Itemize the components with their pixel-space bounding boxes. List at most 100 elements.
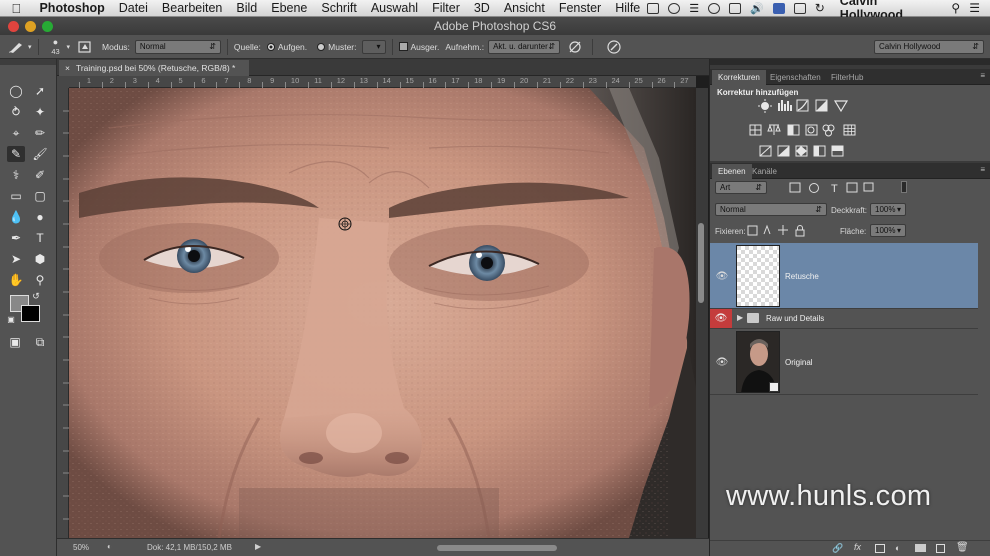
quick-selection-tool-icon[interactable]: ✦ (31, 104, 49, 120)
status-menu-arrow-icon[interactable]: ▶ (255, 542, 261, 551)
status-info-icon[interactable]: ◐ (107, 542, 112, 551)
new-group-icon[interactable] (915, 544, 926, 552)
tray-sync-icon[interactable] (668, 2, 681, 14)
eraser-tool-icon[interactable]: ▭ (7, 188, 25, 204)
group-expand-arrow-icon[interactable]: ▶ (737, 313, 743, 322)
tray-display-icon[interactable] (647, 2, 660, 14)
source-pattern-option[interactable]: Muster: (317, 42, 357, 52)
blur-tool-icon[interactable]: 💧 (7, 209, 25, 225)
vertical-scroll-thumb[interactable] (698, 223, 704, 303)
document-tab-close-icon[interactable]: × (65, 63, 70, 73)
clock-icon[interactable] (708, 2, 721, 14)
volume-icon[interactable]: 🔊 (750, 2, 764, 15)
vertical-ruler[interactable] (57, 88, 69, 538)
source-sampled-option[interactable]: Aufgen. (266, 42, 307, 52)
lasso-tool-icon[interactable]: ⥁ (7, 104, 25, 120)
airplay-icon[interactable] (729, 2, 742, 14)
layer-row-original[interactable]: 👁 Original (710, 329, 978, 395)
aligned-option[interactable]: Ausger. (398, 41, 439, 52)
workspace-select[interactable]: Calvin Hollywood ⇵ (874, 39, 984, 54)
adjustments-panel-menu-icon[interactable]: ≡ (980, 71, 985, 80)
pattern-picker[interactable]: ▾ (361, 39, 386, 54)
zoom-tool-icon[interactable]: ⚲ (31, 272, 49, 288)
eyedropper-tool-icon[interactable]: ✏ (31, 125, 49, 141)
add-mask-icon[interactable] (875, 544, 885, 553)
menu-hilfe[interactable]: Hilfe (608, 1, 647, 15)
background-color-swatch[interactable] (21, 305, 40, 322)
sample-select[interactable]: Akt. u. darunter ⇵ (488, 39, 561, 54)
menu-datei[interactable]: Datei (112, 1, 155, 15)
menu-filter[interactable]: Filter (425, 1, 467, 15)
tool-preset-chevron-icon[interactable]: ▾ (28, 43, 32, 51)
filter-toggle-switch[interactable] (901, 181, 907, 193)
document-tab[interactable]: × Training.psd bei 50% (Retusche, RGB/8)… (59, 60, 249, 76)
layer-visibility-eye-icon[interactable]: 👁 (714, 355, 730, 369)
tab-filterhub[interactable]: FilterHub (825, 70, 869, 85)
source-sampled-radio[interactable] (266, 42, 275, 51)
hand-tool-icon[interactable]: ✋ (7, 272, 25, 288)
menu-bearbeiten[interactable]: Bearbeiten (155, 1, 229, 15)
tab-korrekturen[interactable]: Korrekturen (712, 70, 766, 85)
layer-row-raw-und-details[interactable]: 👁 ▶ Raw und Details (710, 309, 978, 329)
canvas-vertical-scrollbar[interactable] (696, 88, 708, 538)
layer-visibility-eye-icon[interactable]: 👁 (714, 269, 730, 283)
menu-fenster[interactable]: Fenster (552, 1, 608, 15)
window-minimize-button[interactable] (25, 21, 36, 32)
layer-filter-select[interactable]: Art ⇵ (715, 181, 767, 194)
gradient-tool-icon[interactable]: ▢ (31, 188, 49, 204)
window-zoom-button[interactable] (42, 21, 53, 32)
notification-list-icon[interactable]: ☰ (969, 1, 980, 15)
brush-preset-picker[interactable]: ● 43 (45, 37, 67, 56)
menu-auswahl[interactable]: Auswahl (364, 1, 425, 15)
window-close-button[interactable] (8, 21, 19, 32)
new-adjustment-icon[interactable]: ◐ (895, 543, 900, 553)
source-pattern-radio[interactable] (317, 42, 326, 51)
link-layers-icon[interactable]: 🔗 (832, 543, 843, 554)
menu-bild[interactable]: Bild (229, 1, 264, 15)
brush-tool-icon[interactable]: 🖌 (31, 146, 49, 162)
healing-brush-tool-icon[interactable] (6, 39, 26, 55)
zoom-level[interactable]: 50% (73, 543, 89, 552)
refresh-icon[interactable]: ↻ (815, 1, 825, 15)
shape-tool-icon[interactable]: ⬢ (31, 251, 49, 267)
move-tool-icon[interactable]: ➚ (31, 83, 49, 99)
swap-colors-icon[interactable]: ↺ (30, 291, 42, 301)
wifi-icon[interactable]: ☰ (689, 2, 699, 15)
new-layer-icon[interactable] (936, 544, 945, 553)
aligned-checkbox[interactable] (398, 41, 408, 51)
menu-3d[interactable]: 3D (467, 1, 497, 15)
horizontal-ruler[interactable]: 1 2 3 4 5 6 7 8 9 10 11 12 13 14 15 16 17 18 19 20 21 22 23 24 2… (69, 76, 696, 88)
battery-icon[interactable] (793, 2, 806, 14)
document-canvas[interactable] (69, 88, 696, 538)
tab-kanaele[interactable]: Kanäle (746, 164, 783, 179)
menu-schrift[interactable]: Schrift (314, 1, 363, 15)
flag-icon[interactable] (772, 2, 785, 14)
default-colors-icon[interactable]: ▣ (6, 315, 16, 325)
path-selection-tool-icon[interactable]: ➤ (7, 251, 25, 267)
layer-row-retusche[interactable]: 👁 Retusche (710, 243, 978, 309)
history-brush-tool-icon[interactable]: ✐ (31, 167, 49, 183)
apple-menu-icon[interactable]:  (0, 1, 32, 16)
group-visibility-eye-icon[interactable]: 👁 (710, 309, 732, 328)
ellipse-marquee-tool-icon[interactable]: ◯ (7, 83, 25, 99)
menu-app-name[interactable]: Photoshop (32, 1, 111, 15)
pressure-size-icon[interactable] (605, 39, 625, 55)
blend-mode-select[interactable]: Normal ⇵ (715, 203, 827, 216)
crop-tool-icon[interactable]: ⌖ (7, 125, 25, 141)
layers-panel-menu-icon[interactable]: ≡ (980, 165, 985, 174)
pen-tool-icon[interactable]: ✒ (7, 230, 25, 246)
quick-mask-icon[interactable]: ▣ (6, 334, 24, 350)
ruler-origin[interactable] (57, 76, 69, 88)
clone-stamp-tool-icon[interactable]: ⚕ (7, 167, 25, 183)
screen-mode-icon[interactable]: ⧉ (31, 334, 49, 350)
layer-style-icon[interactable]: fx (854, 542, 861, 552)
spotlight-search-icon[interactable]: ⚲ (951, 1, 960, 15)
dodge-tool-icon[interactable]: ● (31, 209, 49, 225)
type-tool-icon[interactable]: T (31, 230, 49, 246)
opacity-input[interactable]: 100% ▾ (870, 203, 906, 216)
healing-brush-tool-button[interactable]: ✎ (7, 146, 25, 162)
brush-picker-chevron-icon[interactable]: ▾ (67, 43, 71, 51)
modus-select[interactable]: Normal ⇵ (134, 39, 221, 54)
menu-ansicht[interactable]: Ansicht (497, 1, 552, 15)
horizontal-scroll-thumb[interactable] (437, 545, 557, 551)
